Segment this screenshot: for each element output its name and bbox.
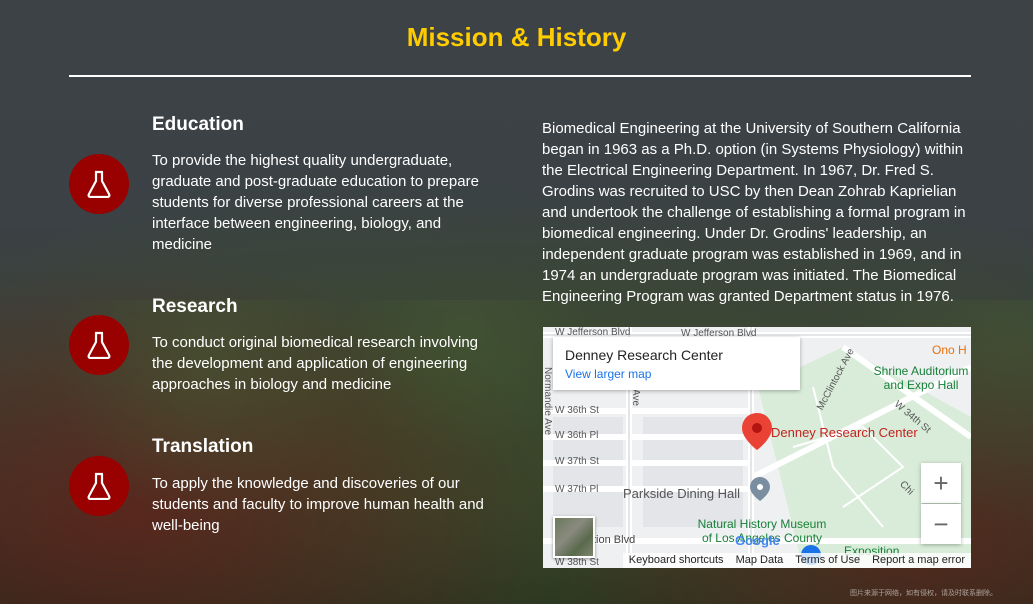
flask-icon	[69, 315, 129, 375]
pillar-text-translation: To apply the knowledge and discoveries o…	[152, 475, 484, 534]
satellite-toggle[interactable]	[553, 516, 595, 558]
poi-museum-line1: Natural History Museum	[697, 517, 827, 531]
street-label: Ave	[630, 389, 641, 407]
flask-icon	[69, 154, 129, 214]
mission-history-section: Mission & History Education To provide t…	[0, 0, 1033, 604]
place-card: Denney Research Center View larger map	[553, 337, 800, 390]
flask-icon	[69, 456, 129, 516]
street-label: W 36th St	[555, 405, 599, 416]
map-data-link[interactable]: Map Data	[729, 553, 790, 568]
section-title: Mission & History	[406, 22, 627, 52]
view-larger-map-link[interactable]: View larger map	[565, 367, 788, 381]
street-label: tion Blvd	[593, 534, 636, 546]
zoom-out-button[interactable]: −	[921, 504, 961, 544]
poi-shrine[interactable]: Shrine Auditorium and Expo Hall	[861, 364, 971, 392]
report-error-link[interactable]: Report a map error	[866, 553, 971, 568]
embedded-map[interactable]: W Jefferson Blvd W Jefferson Blvd Norman…	[543, 327, 971, 568]
pillar-title-translation: Translation	[152, 436, 254, 457]
pillar-text-research: To conduct original biomedical research …	[152, 334, 479, 393]
google-logo: Google	[735, 533, 780, 548]
zoom-in-button[interactable]: +	[921, 463, 961, 503]
title-divider	[69, 75, 971, 77]
image-watermark: 图片来源于网络，如有侵权，请及时联系删除。	[850, 590, 997, 597]
pillar-title-research: Research	[152, 296, 238, 317]
poi-ono[interactable]: Ono H	[932, 343, 967, 357]
marker-label[interactable]: Denney Research Center	[771, 425, 918, 440]
history-paragraph: Biomedical Engineering at the University…	[542, 120, 966, 305]
street-label: Normandie Ave	[543, 367, 553, 436]
street-label: W 36th Pl	[555, 430, 599, 441]
poi-shrine-line1: Shrine Auditorium	[873, 364, 969, 378]
pillar-text-education: To provide the highest quality undergrad…	[152, 152, 479, 253]
street-label: W 37th St	[555, 456, 599, 467]
pillar-title-education: Education	[152, 114, 244, 135]
terms-link[interactable]: Terms of Use	[789, 553, 867, 568]
street-label: W 37th Pl	[555, 484, 599, 495]
poi-shrine-line2: and Expo Hall	[883, 378, 959, 392]
place-name: Denney Research Center	[565, 347, 723, 363]
keyboard-shortcuts-link[interactable]: Keyboard shortcuts	[622, 553, 730, 568]
poi-parkside[interactable]: Parkside Dining Hall	[623, 486, 740, 501]
map-footer: Keyboard shortcuts Map Data Terms of Use…	[543, 553, 971, 568]
